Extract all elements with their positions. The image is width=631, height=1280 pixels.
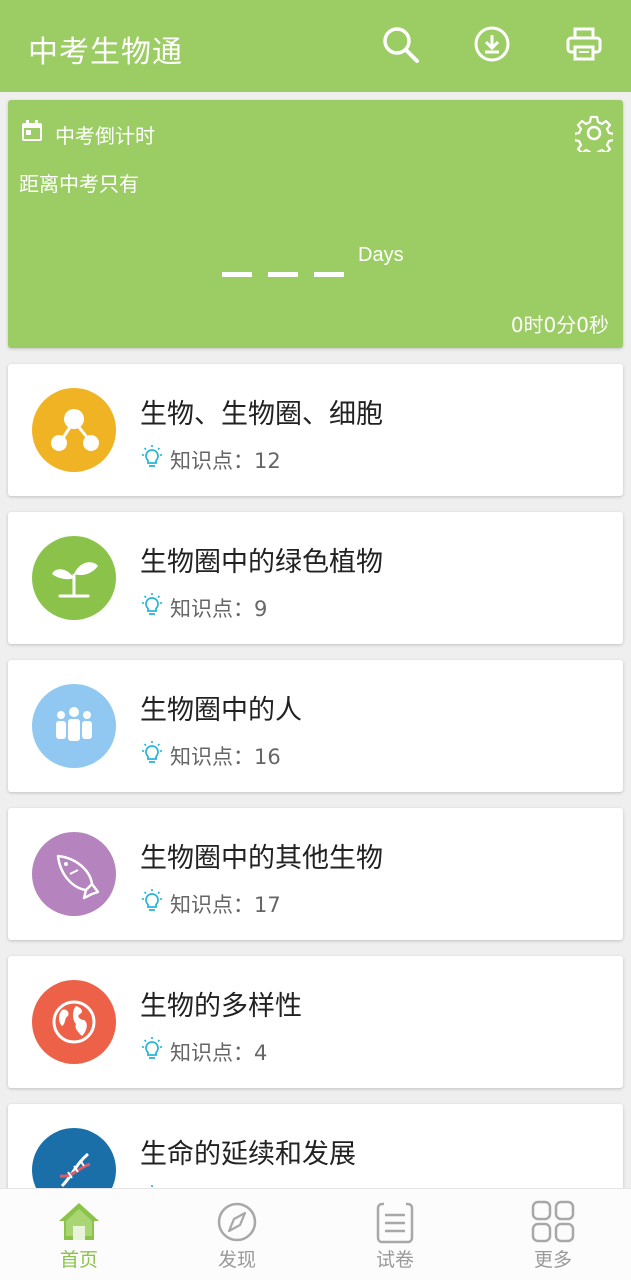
- chapter-title: 生命的延续和发展: [140, 1139, 356, 1170]
- lightbulb-icon: [142, 889, 162, 911]
- grid-icon: [531, 1200, 575, 1243]
- knowledge-points-count: 知识点：9: [170, 597, 268, 621]
- chapter-card[interactable]: 生物的多样性 知识点：4: [8, 956, 623, 1088]
- tab-more[interactable]: 更多: [474, 1189, 631, 1280]
- countdown-card[interactable]: 中考倒计时 距离中考只有 Days 0时0分0秒: [8, 100, 623, 348]
- tab-label: 发现: [217, 1249, 256, 1271]
- chapter-title: 生物圈中的其他生物: [140, 843, 383, 874]
- tab-label: 更多: [533, 1249, 572, 1271]
- app-title: 中考生物通: [28, 35, 183, 70]
- days-value-placeholder: [222, 272, 346, 278]
- chapter-title: 生物圈中的人: [140, 695, 302, 726]
- chapter-title: 生物圈中的绿色植物: [140, 547, 383, 578]
- settings-gear-icon[interactable]: [575, 114, 613, 152]
- compass-icon: [217, 1202, 257, 1242]
- molecule-icon: [32, 388, 116, 472]
- globe-icon: [32, 980, 116, 1064]
- chapter-card[interactable]: 生物圈中的其他生物 知识点：17: [8, 808, 623, 940]
- download-icon[interactable]: [472, 24, 512, 64]
- chapter-card[interactable]: 生物圈中的人 知识点：16: [8, 660, 623, 792]
- lightbulb-icon: [142, 1037, 162, 1059]
- chapter-title: 生物、生物圈、细胞: [140, 399, 383, 430]
- countdown-header: 中考倒计时: [55, 124, 155, 148]
- lightbulb-icon: [142, 445, 162, 467]
- lightbulb-icon: [142, 593, 162, 615]
- tab-papers[interactable]: 试卷: [316, 1189, 474, 1280]
- chapter-card[interactable]: 生物圈中的绿色植物 知识点：9: [8, 512, 623, 644]
- search-icon[interactable]: [380, 24, 420, 64]
- countdown-subtitle: 距离中考只有: [19, 172, 139, 196]
- bottom-nav: 首页 发现 试卷 更多: [0, 1188, 631, 1280]
- tab-home[interactable]: 首页: [0, 1189, 158, 1280]
- lightbulb-icon: [142, 741, 162, 763]
- people-icon: [32, 684, 116, 768]
- chapter-title: 生物的多样性: [140, 991, 302, 1022]
- tab-discover[interactable]: 发现: [158, 1189, 316, 1280]
- tab-label: 首页: [59, 1249, 98, 1271]
- calendar-icon: [22, 120, 42, 141]
- tab-label: 试卷: [375, 1249, 414, 1271]
- knowledge-points-count: 知识点：12: [170, 449, 281, 473]
- app-bar: 中考生物通: [0, 0, 631, 92]
- paper-icon: [376, 1201, 414, 1244]
- chapter-card[interactable]: 生物、生物圈、细胞 知识点：12: [8, 364, 623, 496]
- home-icon: [59, 1203, 99, 1240]
- knowledge-points-count: 知识点：16: [170, 745, 281, 769]
- days-unit: Days: [358, 244, 404, 266]
- knowledge-points-count: 知识点：4: [170, 1041, 268, 1065]
- sprout-icon: [32, 536, 116, 620]
- fish-icon: [32, 832, 116, 916]
- knowledge-points-count: 知识点：17: [170, 893, 281, 917]
- countdown-timer: 0时0分0秒: [510, 313, 609, 337]
- print-icon[interactable]: [564, 24, 604, 64]
